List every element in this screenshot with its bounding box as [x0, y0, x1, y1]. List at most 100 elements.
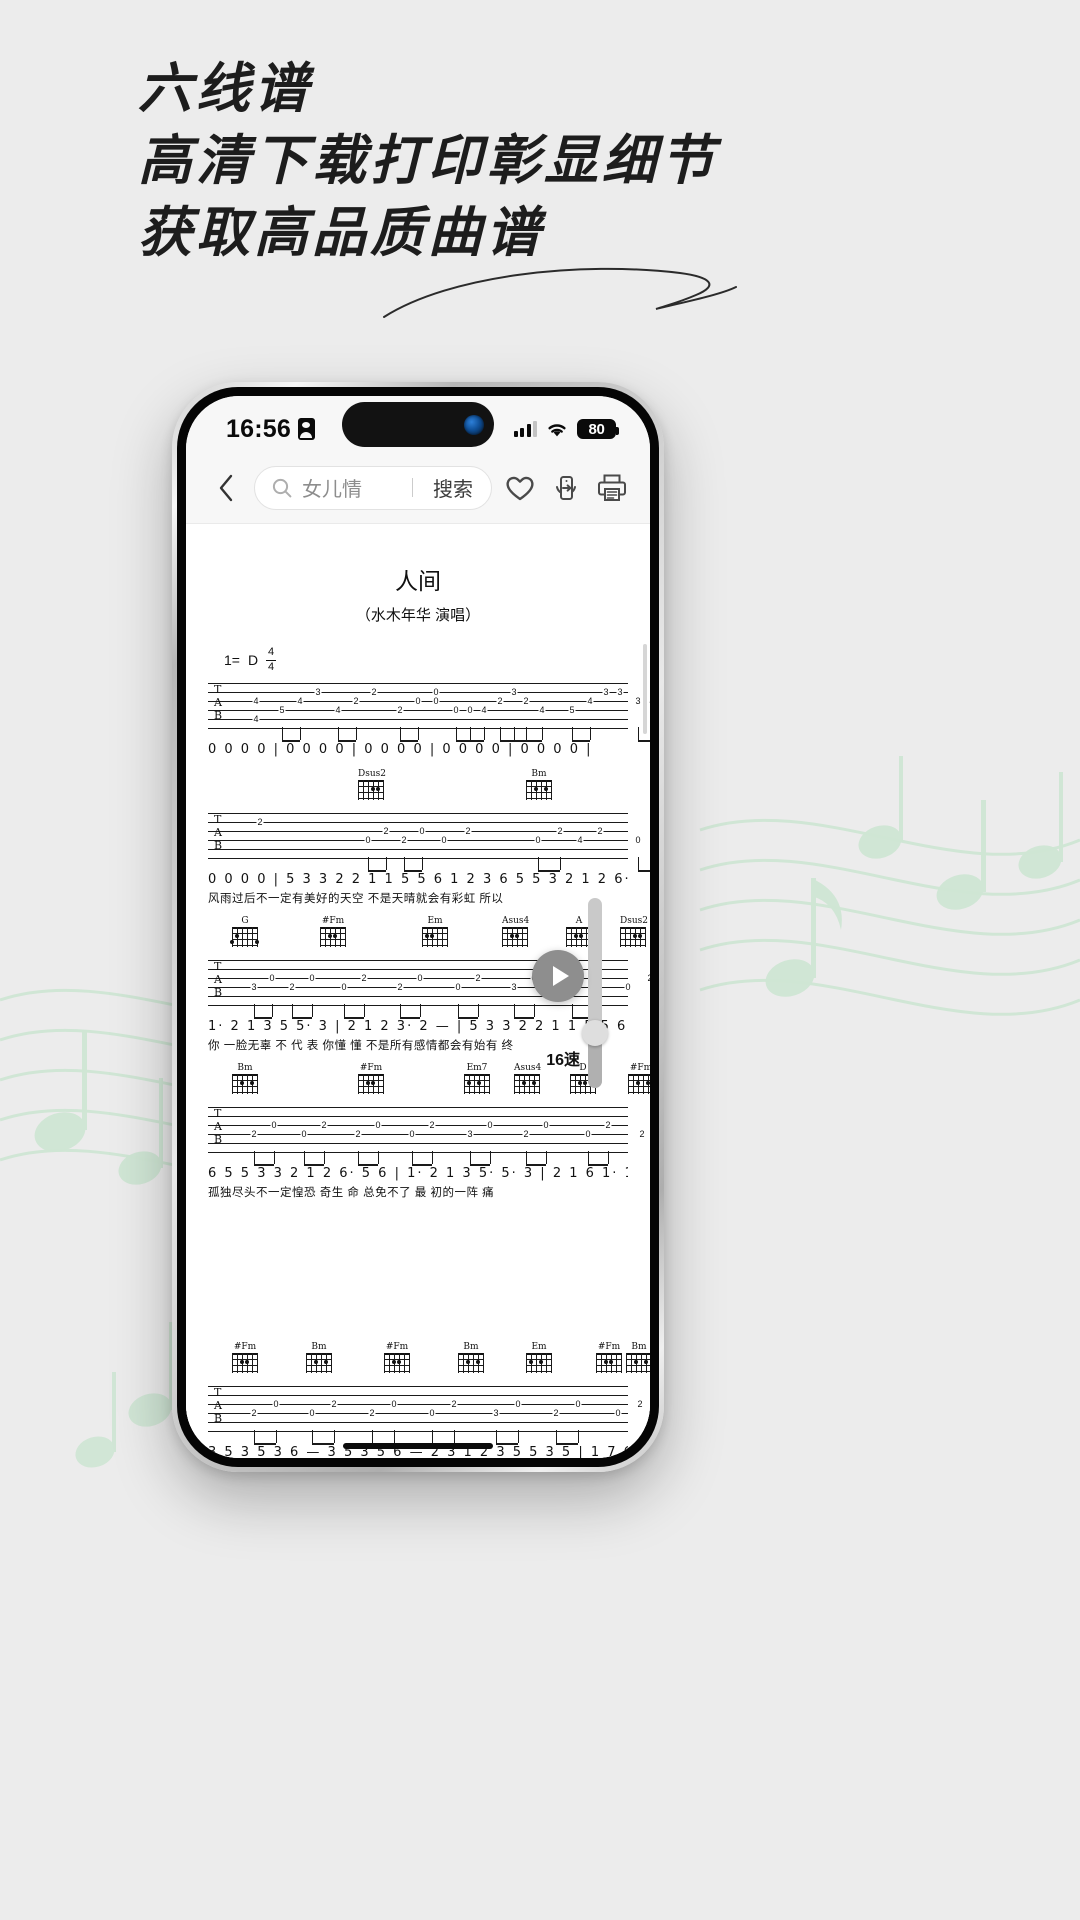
chord-name: Bm: [463, 1342, 479, 1352]
chord-name: #Fm: [359, 1063, 383, 1073]
tab-notes: 20 02 20 02 30 20 02: [250, 1399, 644, 1418]
time-signature-bottom: 4: [268, 661, 275, 673]
chord-name: Dsus2: [358, 769, 386, 779]
home-indicator[interactable]: [343, 1443, 493, 1449]
search-bar[interactable]: 女儿情 搜索: [254, 465, 492, 510]
chord-grid: [306, 1353, 332, 1373]
headline-line-1: 六线谱: [138, 56, 312, 120]
printer-icon: [598, 474, 626, 501]
chord-diagram: Bm: [458, 1342, 484, 1373]
chord-grid: [502, 927, 528, 947]
chord-row-4: #Fm Bm #Fm Bm Em #Fm Bm: [208, 1342, 650, 1376]
chord-name: #Fm: [385, 1342, 409, 1352]
tab-staff: TAB 44 54 34 22 20 00 00 42 3 2 4 5 4 3 …: [208, 679, 650, 742]
chord-name: G: [241, 916, 249, 926]
chord-name: Bm: [631, 1342, 647, 1352]
tab-staff: TAB 20 02 20 02 30 20 02: [208, 1382, 644, 1445]
chord-grid: [358, 1074, 384, 1094]
key-label: 1=: [224, 652, 240, 668]
tab-staff: TAB 2 02 20 02 02 42 02: [208, 809, 650, 872]
chord-diagram: Bm: [626, 1342, 650, 1373]
search-submit-button[interactable]: 搜索: [422, 473, 485, 502]
chord-name: Asus4: [514, 1063, 542, 1073]
favorite-button[interactable]: [502, 468, 538, 508]
tab-system-1: TAB 44 54 34 22 20 00 00 42 3 2 4 5 4 3 …: [208, 679, 650, 742]
wifi-icon: [548, 423, 566, 436]
app-header: 女儿情 搜索: [186, 452, 650, 524]
chord-diagram: G: [230, 916, 259, 947]
chord-name: Em: [427, 916, 443, 926]
tab-stems: [208, 727, 650, 743]
time-signature-top: 4: [268, 646, 275, 658]
poster-headline: 六线谱 高清下载打印彰显细节 获取高品质曲谱: [138, 52, 718, 268]
play-button[interactable]: [532, 950, 584, 1002]
chord-grid: [628, 1074, 650, 1094]
chord-diagram: Asus4: [514, 1063, 541, 1094]
chord-grid: [358, 780, 384, 800]
chord-diagram: Em: [526, 1342, 552, 1373]
chord-name: Bm: [237, 1063, 253, 1073]
chord-grid: [458, 1353, 484, 1373]
tab-notes: 44 54 34 22 20 00 00 42 32 4 5 4 3 3 3: [208, 679, 650, 731]
chord-grid: [464, 1074, 490, 1094]
playback-controls: 16速: [532, 898, 624, 1128]
lyric-line: 孤独尽头不一定惶恐 奇生 命 总免不了 最 初的一阵 痛: [208, 1187, 495, 1199]
front-camera-lens-icon: [464, 414, 484, 435]
chord-grid: [384, 1353, 410, 1373]
id-card-icon: [297, 418, 315, 440]
tab-system-5: TAB 20 02 20 02 30 20 02: [208, 1382, 644, 1445]
print-button[interactable]: [594, 468, 630, 508]
time-signature: 4 4: [266, 646, 277, 673]
chord-name: #Fm: [321, 916, 345, 926]
rotate-screen-button[interactable]: [548, 468, 584, 508]
chord-grid: [230, 927, 259, 947]
chord-diagram: #Fm: [358, 1063, 384, 1094]
numbered-notation-line: 0 0 0 0 | 5 3 3 2 2 1 1 5 5 6 1 2 3 6 5 …: [208, 872, 628, 887]
phone-bezel: 16:56 80 女儿情 搜索 人间 （水木年华 演唱） 1= D 4 4 T …: [177, 387, 659, 1467]
chord-diagram: Dsus2: [358, 769, 386, 800]
chord-grid: [526, 780, 552, 800]
status-bar: 16:56 80: [186, 396, 650, 452]
chord-diagram: #Fm: [384, 1342, 410, 1373]
chord-diagram: Asus4: [502, 916, 529, 947]
chord-diagram: #Fm: [232, 1342, 258, 1373]
chord-diagram: #Fm: [596, 1342, 622, 1373]
phone-mockup: 16:56 80 女儿情 搜索 人间 （水木年华 演唱） 1= D 4 4 T …: [172, 382, 664, 1472]
scroll-indicator[interactable]: [643, 644, 647, 734]
chord-name: #Fm: [629, 1063, 650, 1073]
search-divider: [412, 478, 413, 497]
chord-name: Bm: [311, 1342, 327, 1352]
battery-icon: 80: [577, 419, 619, 439]
chord-diagram: Bm: [232, 1063, 258, 1094]
chord-name: Em: [531, 1342, 547, 1352]
back-button[interactable]: [208, 466, 244, 510]
dynamic-island: [342, 402, 494, 447]
chord-name: #Fm: [233, 1342, 257, 1352]
tab-stems: [208, 1151, 628, 1167]
poster-root: 六线谱 高清下载打印彰显细节 获取高品质曲谱 16:56 80 女儿情 搜索 人…: [0, 0, 1080, 1920]
tab-stems: [208, 857, 650, 873]
speed-label: 16速: [546, 1052, 580, 1069]
chord-diagram: Dsus2: [620, 916, 648, 947]
sheet-music-viewer[interactable]: 人间 （水木年华 演唱） 1= D 4 4 T A B 4 4 5 4 3 4 …: [186, 524, 650, 1458]
chord-grid: [596, 1353, 622, 1373]
chord-diagram: Em: [422, 916, 448, 947]
key-value: D: [247, 652, 259, 668]
phone-screen: 16:56 80 女儿情 搜索 人间 （水木年华 演唱） 1= D 4 4 T …: [186, 396, 650, 1458]
chord-grid: [422, 927, 448, 947]
numbered-notation-line: 0 0 0 0 | 0 0 0 0 | 0 0 0 0 | 0 0 0 0 | …: [208, 742, 593, 757]
chord-name: Em7: [466, 1063, 488, 1073]
decorative-swoosh: [383, 267, 737, 318]
speed-slider-fill: [588, 1042, 602, 1088]
chord-diagram: Bm: [526, 769, 552, 800]
speed-slider[interactable]: [588, 898, 602, 1088]
play-triangle-icon: [552, 966, 569, 986]
search-input[interactable]: 女儿情: [302, 473, 403, 502]
chord-diagram: Em7: [464, 1063, 490, 1094]
chord-name: #Fm: [597, 1342, 621, 1352]
speed-slider-knob[interactable]: [582, 1020, 608, 1046]
rotate-device-icon: [556, 475, 576, 500]
battery-percent: 80: [588, 420, 605, 438]
chord-grid: [526, 1353, 552, 1373]
headline-line-3: 获取高品质曲谱: [138, 200, 544, 264]
